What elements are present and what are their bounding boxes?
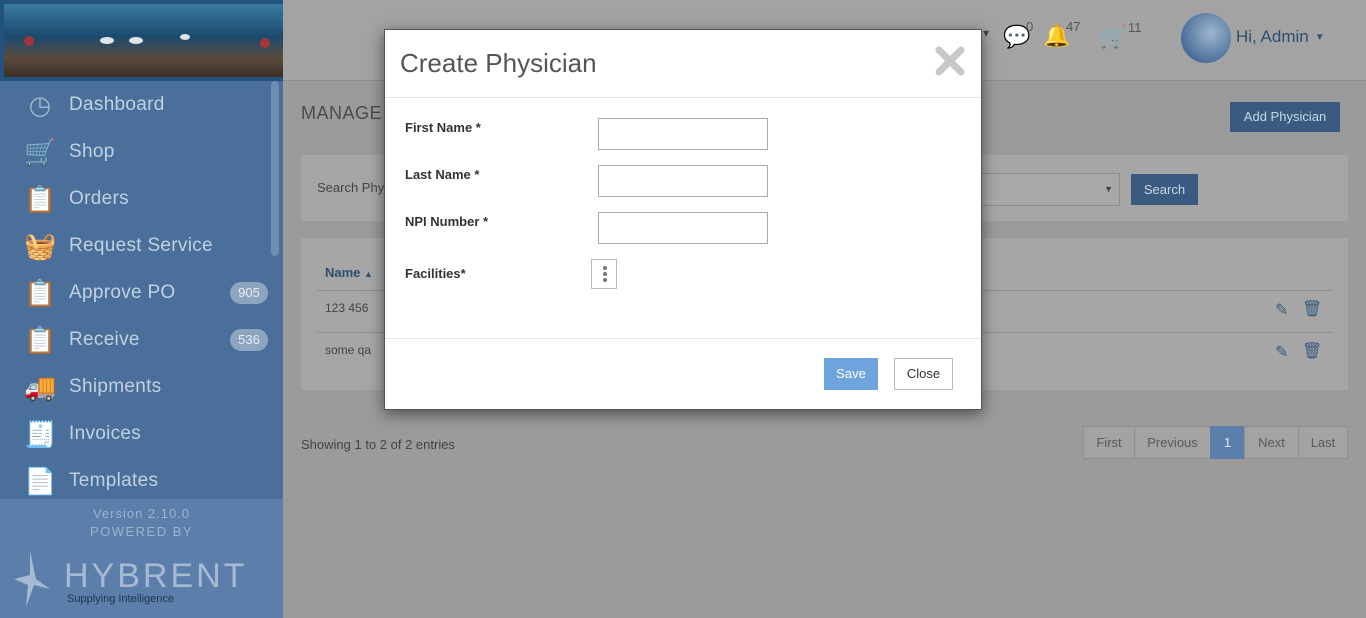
trash-icon[interactable]: 🗑: [1302, 341, 1322, 361]
pagination-last[interactable]: Last: [1298, 426, 1348, 459]
sidebar-item-label: Approve PO: [69, 281, 176, 303]
sidebar-item-label: Templates: [69, 469, 159, 491]
table-header-label: Name: [325, 265, 361, 280]
powered-by-text: POWERED BY: [89, 524, 194, 539]
sidebar-item-label: Request Service: [69, 234, 213, 256]
pagination-current[interactable]: 1: [1210, 426, 1245, 459]
entries-info: Showing 1 to 2 of 2 entries: [301, 437, 455, 452]
cart-icon[interactable]: 🛒: [1099, 24, 1126, 50]
edit-icon[interactable]: ✎: [1275, 300, 1288, 320]
save-button[interactable]: Save: [824, 358, 878, 390]
modal-footer-divider: [385, 338, 981, 339]
chevron-down-icon: ▼: [1104, 184, 1113, 194]
sidebar-item-shop[interactable]: 🛒 Shop: [0, 128, 270, 175]
sidebar-banner-image: [4, 4, 283, 77]
last-name-field[interactable]: [598, 165, 768, 197]
count-badge: 905: [230, 281, 268, 304]
basket-icon: 🧺: [24, 230, 57, 261]
table-cell-name: 123 456: [325, 301, 369, 315]
sidebar-scrollbar[interactable]: [271, 81, 279, 256]
search-select[interactable]: ▼: [965, 173, 1120, 206]
search-button[interactable]: Search: [1131, 174, 1198, 205]
sidebar-item-orders[interactable]: 📋 Orders: [0, 175, 270, 222]
close-icon[interactable]: [933, 44, 967, 78]
pagination-next[interactable]: Next: [1244, 426, 1299, 459]
table-cell-name: some qa: [325, 343, 372, 357]
clipboard-receive-icon: 📋: [24, 324, 57, 355]
user-greeting[interactable]: Hi, Admin: [1236, 27, 1309, 47]
sort-asc-icon: ▲: [364, 269, 373, 279]
sidebar-item-dashboard[interactable]: ◷ Dashboard: [0, 81, 270, 128]
chevron-down-icon[interactable]: ▾: [1317, 30, 1323, 43]
edit-icon[interactable]: ✎: [1275, 342, 1288, 362]
cart-icon: 🛒: [24, 136, 57, 167]
messages-count: 0: [1026, 19, 1034, 34]
sidebar-item-label: Invoices: [69, 422, 142, 444]
add-physician-button[interactable]: Add Physician: [1230, 102, 1340, 132]
clipboard-search-icon: 📋: [24, 183, 57, 214]
invoice-icon: 🧾: [24, 418, 57, 449]
pagination-previous[interactable]: Previous: [1134, 426, 1211, 459]
dashboard-gauge-icon: ◷: [28, 89, 52, 120]
modal-header: Create Physician: [385, 30, 981, 98]
kebab-dot: [603, 266, 607, 270]
kebab-dot: [603, 272, 607, 276]
sidebar-item-label: Dashboard: [69, 93, 165, 115]
sidebar-item-receive[interactable]: 📋 Receive 536: [0, 316, 270, 363]
hybrent-logo-icon: [14, 551, 50, 607]
pagination-first[interactable]: First: [1083, 426, 1135, 459]
truck-icon: 🚚: [24, 371, 57, 402]
sidebar-item-label: Shipments: [69, 375, 162, 397]
notifications-count: 47: [1066, 19, 1081, 34]
sidebar-item-shipments[interactable]: 🚚 Shipments: [0, 363, 270, 410]
sidebar-nav: ◷ Dashboard 🛒 Shop 📋 Orders 🧺 Request Se…: [0, 81, 283, 499]
clipboard-check-icon: 📋: [24, 277, 57, 308]
npi-number-field[interactable]: [598, 212, 768, 244]
sidebar-item-label: Receive: [69, 328, 140, 350]
brand-name: HYBRENT: [64, 557, 248, 595]
modal-title: Create Physician: [400, 48, 597, 78]
close-button[interactable]: Close: [894, 358, 953, 390]
sidebar-item-request-service[interactable]: 🧺 Request Service: [0, 222, 270, 269]
facilities-menu-button[interactable]: [591, 259, 617, 289]
facilities-label: Facilities*: [405, 266, 466, 281]
count-badge: 536: [230, 328, 268, 351]
cart-count: 11: [1128, 20, 1142, 35]
last-name-label: Last Name *: [405, 167, 480, 182]
sidebar: ◷ Dashboard 🛒 Shop 📋 Orders 🧺 Request Se…: [0, 0, 283, 618]
table-header-name[interactable]: Name ▲: [325, 265, 373, 280]
trash-icon[interactable]: 🗑: [1302, 299, 1322, 319]
sidebar-item-label: Shop: [69, 140, 115, 162]
search-label: Search Phy: [317, 180, 385, 195]
chevron-down-icon[interactable]: ▾: [983, 26, 989, 40]
first-name-field[interactable]: [598, 118, 768, 150]
first-name-label: First Name *: [405, 120, 481, 135]
npi-number-label: NPI Number *: [405, 214, 489, 229]
page-title: MANAGE: [301, 103, 383, 123]
sidebar-item-label: Orders: [69, 187, 129, 209]
create-physician-modal: Create Physician First Name * Last Name …: [384, 29, 982, 410]
template-icon: 📄: [24, 465, 57, 496]
sidebar-footer: Version 2.10.0 POWERED BY HYBRENT Supply…: [0, 499, 283, 618]
sidebar-item-templates[interactable]: 📄 Templates: [0, 457, 270, 504]
avatar[interactable]: [1181, 13, 1231, 63]
sidebar-item-approve-po[interactable]: 📋 Approve PO 905: [0, 269, 270, 316]
version-text: Version 2.10.0: [92, 506, 191, 521]
sidebar-item-invoices[interactable]: 🧾 Invoices: [0, 410, 270, 457]
brand-tagline: Supplying Intelligence: [67, 593, 175, 605]
kebab-dot: [603, 278, 607, 282]
